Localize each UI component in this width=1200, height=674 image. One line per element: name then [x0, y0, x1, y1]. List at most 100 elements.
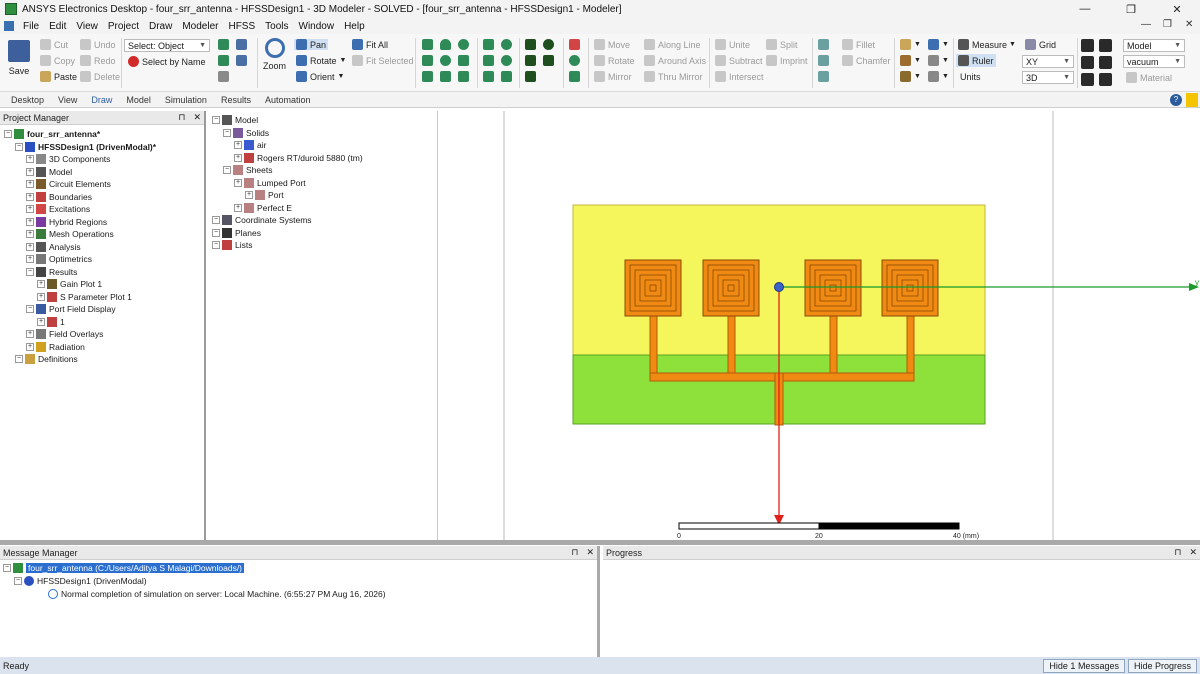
expand-icon[interactable]: − — [15, 142, 23, 151]
draw-ellipse-button[interactable] — [501, 39, 515, 50]
expand-icon[interactable]: + — [234, 141, 242, 149]
menu-draw[interactable]: Draw — [144, 21, 177, 32]
select-by-name-button[interactable]: Select by Name — [128, 56, 206, 67]
orient-button[interactable]: Orient ▼ — [296, 71, 344, 82]
wrap-button[interactable] — [818, 71, 832, 82]
expand-icon[interactable]: + — [37, 280, 45, 288]
draw-cylinder-button[interactable] — [422, 55, 436, 66]
project-tree-item[interactable]: + Field Overlays — [26, 328, 103, 340]
split-button[interactable]: Split — [766, 39, 798, 50]
thru-mirror-button[interactable]: Thru Mirror — [644, 71, 703, 82]
thicken-button[interactable] — [818, 55, 832, 66]
doc-close-icon[interactable]: ✕ — [1185, 19, 1193, 30]
subtract-button[interactable]: Subtract — [715, 55, 763, 66]
expand-icon[interactable]: + — [26, 330, 34, 338]
project-tree-item[interactable]: − Results — [26, 266, 77, 278]
point-button[interactable] — [569, 55, 583, 66]
message-project-row[interactable]: − four_srr_antenna (C:/Users/Aditya S Ma… — [3, 562, 245, 574]
project-tree-item[interactable]: + Radiation — [26, 341, 85, 353]
fit-all-button[interactable]: Fit All — [352, 39, 388, 50]
maximize-button[interactable]: ❐ — [1108, 0, 1154, 18]
model-tree-item[interactable]: − Planes — [212, 227, 261, 239]
draw-cone-button[interactable] — [440, 39, 454, 50]
expand-icon[interactable]: + — [26, 180, 34, 188]
zoom-button[interactable]: Zoom — [263, 38, 286, 71]
project-tree-item[interactable]: + Hybrid Regions — [26, 216, 107, 228]
draw-line-button[interactable] — [525, 39, 539, 50]
draw-polyhedron-button[interactable] — [440, 71, 454, 82]
close-panel-icon[interactable]: ✕ — [193, 112, 201, 123]
model-tree-item[interactable]: + Perfect E — [234, 202, 292, 214]
project-tree-item[interactable]: + Boundaries — [26, 191, 92, 203]
hide-messages-button[interactable]: Hide 1 Messages — [1043, 658, 1125, 673]
save-button[interactable]: Save — [8, 40, 30, 76]
close-window-button[interactable]: ✕ — [1154, 0, 1200, 18]
sweep-button[interactable] — [818, 39, 832, 50]
draw-circle-button[interactable] — [501, 55, 515, 66]
units-button[interactable]: Units — [960, 72, 981, 82]
draw-rectangle-button[interactable] — [483, 39, 497, 50]
tool-b2[interactable]: ▼ — [900, 55, 921, 66]
tool-b1[interactable]: ▼ — [900, 39, 921, 50]
tab-view[interactable]: View — [51, 95, 84, 105]
model-tree-item[interactable]: − Coordinate Systems — [212, 214, 312, 226]
expand-icon[interactable]: + — [26, 242, 34, 251]
model-tree-item[interactable]: − Lists — [212, 239, 252, 251]
project-tree-item[interactable]: +3D Components — [26, 153, 110, 165]
antenna-view[interactable]: y 0 20 40 (mm) — [439, 111, 1200, 540]
expand-icon[interactable]: − — [223, 166, 231, 174]
expand-icon[interactable]: + — [26, 342, 34, 351]
project-tree-item[interactable]: + Gain Plot 1 — [37, 278, 102, 290]
model-tree-item[interactable]: − Model — [212, 114, 258, 126]
draw-equation-curve-button[interactable] — [525, 71, 539, 82]
expand-icon[interactable]: + — [26, 255, 34, 263]
project-tree-item[interactable]: + Optimetrics — [26, 253, 92, 265]
expand-icon[interactable]: + — [26, 155, 34, 163]
measure-button[interactable]: Measure ▼ — [958, 39, 1016, 50]
menu-modeler[interactable]: Modeler — [177, 21, 223, 32]
menu-window[interactable]: Window — [294, 21, 340, 32]
tab-desktop[interactable]: Desktop — [4, 95, 51, 105]
expand-icon[interactable]: + — [234, 178, 242, 187]
view-mode-2[interactable] — [1099, 39, 1115, 52]
paste-button[interactable]: Paste — [40, 71, 77, 82]
expand-icon[interactable]: − — [212, 228, 220, 237]
menu-edit[interactable]: Edit — [44, 21, 71, 32]
fillet-button[interactable]: Fillet — [842, 39, 875, 50]
3d-viewport[interactable]: y 0 20 40 (mm) — [439, 111, 1200, 540]
project-tree-item[interactable]: + Analysis — [26, 241, 81, 253]
srr-element-2[interactable] — [702, 259, 760, 317]
srr-element-3[interactable] — [804, 259, 862, 317]
delete-button[interactable]: Delete — [80, 71, 120, 82]
tab-model[interactable]: Model — [119, 95, 158, 105]
minimize-button[interactable]: — — [1062, 0, 1108, 18]
hide-progress-button[interactable]: Hide Progress — [1127, 658, 1197, 673]
project-tree-item[interactable]: − four_srr_antenna* — [4, 128, 100, 140]
draw-box-button[interactable] — [422, 39, 436, 50]
project-tree-item[interactable]: − Port Field Display — [26, 303, 116, 315]
tool-b6[interactable]: ▼ — [928, 71, 949, 82]
model-tree-item[interactable]: + air — [234, 139, 266, 151]
view-mode-5[interactable] — [1081, 73, 1097, 86]
redo-button[interactable]: Redo — [80, 55, 116, 66]
project-tree-item[interactable]: + Mesh Operations — [26, 228, 114, 240]
tool-b4[interactable]: ▼ — [928, 39, 949, 50]
plane-dropdown[interactable]: XY ▼ — [1022, 55, 1074, 68]
tool-a3[interactable] — [218, 55, 232, 66]
close-panel-icon[interactable]: ✕ — [586, 547, 594, 558]
srr-element-4[interactable] — [881, 259, 939, 317]
expand-icon[interactable]: − — [26, 305, 34, 313]
expand-icon[interactable]: − — [212, 116, 220, 124]
tool-a2[interactable] — [236, 39, 250, 50]
expand-icon[interactable]: + — [26, 192, 34, 201]
project-tree-item[interactable]: + Excitations — [26, 203, 90, 215]
view-mode-4[interactable] — [1099, 56, 1115, 69]
grid-button[interactable]: Grid — [1025, 39, 1056, 50]
expand-icon[interactable]: + — [26, 230, 34, 238]
draw-regular-polygon-button[interactable] — [483, 55, 497, 66]
expand-icon[interactable]: + — [234, 153, 242, 162]
tab-simulation[interactable]: Simulation — [158, 95, 214, 105]
dimension-dropdown[interactable]: 3D ▼ — [1022, 71, 1074, 84]
draw-torus-button[interactable] — [440, 55, 454, 66]
view-mode-6[interactable] — [1099, 73, 1115, 86]
